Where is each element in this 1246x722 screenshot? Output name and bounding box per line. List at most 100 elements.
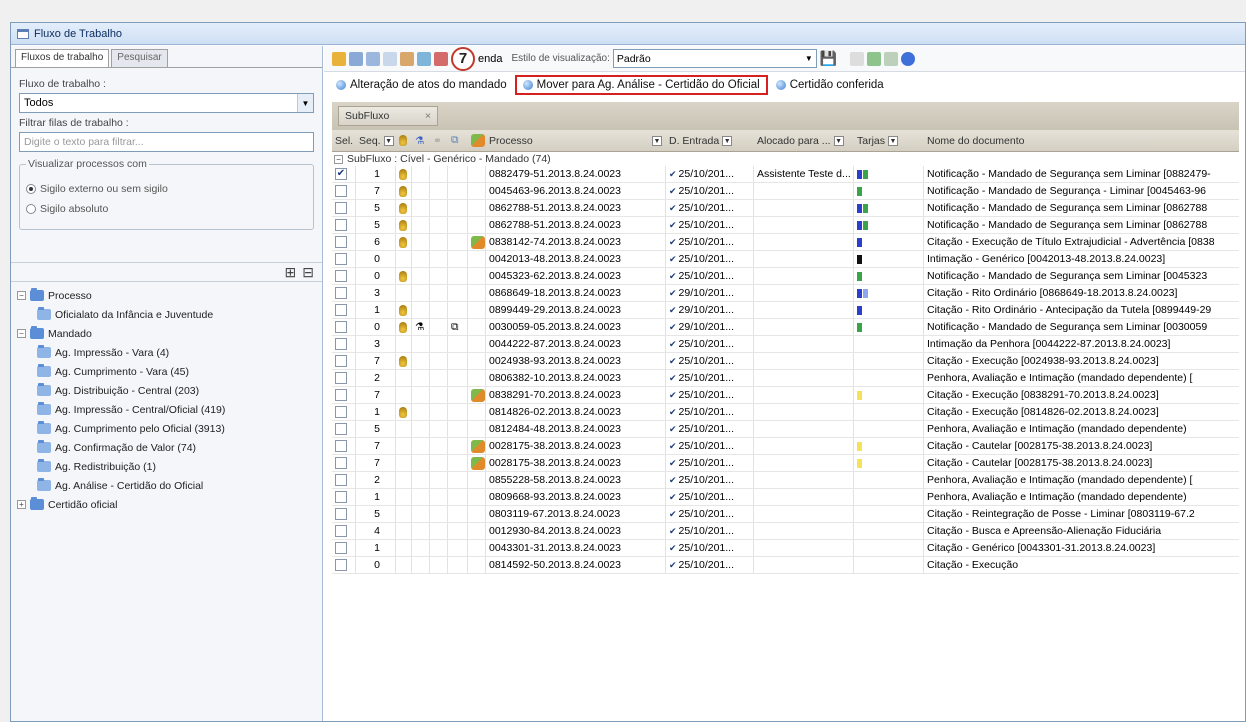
row-checkbox[interactable]	[335, 508, 347, 520]
table-row[interactable]: 2 0855228-58.2013.8.24.0023 ✔ 25/10/201... P…	[332, 472, 1239, 489]
row-checkbox[interactable]	[335, 185, 347, 197]
table-row[interactable]: 0 0814592-50.2013.8.24.0023 ✔ 25/10/201... C…	[332, 557, 1239, 574]
chevron-down-icon[interactable]: ▼	[802, 54, 816, 63]
tree-node[interactable]: Ag. Análise - Certidão do Oficial	[17, 476, 316, 495]
table-row[interactable]: 7 0024938-93.2013.8.24.0023 ✔ 25/10/201... C…	[332, 353, 1239, 370]
table-row[interactable]: 3 0868649-18.2013.8.24.0023 ✔ 29/10/201... C…	[332, 285, 1239, 302]
notes-icon[interactable]	[417, 51, 431, 66]
copy-icon[interactable]	[366, 51, 380, 66]
tab-fluxos[interactable]: Fluxos de trabalho	[15, 49, 110, 67]
table-row[interactable]: 0 0045323-62.2013.8.24.0023 ✔ 25/10/201... N…	[332, 268, 1239, 285]
row-checkbox[interactable]	[335, 219, 347, 231]
group-row[interactable]: − SubFluxo : Cível - Genérico - Mandado …	[332, 152, 1239, 166]
row-checkbox[interactable]	[335, 542, 347, 554]
col-pair[interactable]: ⧉	[448, 130, 468, 151]
table-row[interactable]: 7 0838291-70.2013.8.24.0023 ✔ 25/10/201... C…	[332, 387, 1239, 404]
chevron-down-icon[interactable]: ▼	[297, 94, 313, 112]
tab-pesquisar[interactable]: Pesquisar	[111, 49, 168, 67]
table-row[interactable]: 1 0899449-29.2013.8.24.0023 ✔ 29/10/201... C…	[332, 302, 1239, 319]
row-checkbox[interactable]	[335, 253, 347, 265]
table-row[interactable]: 1 0814826-02.2013.8.24.0023 ✔ 25/10/201... C…	[332, 404, 1239, 421]
filter-input[interactable]: Digite o texto para filtrar...	[19, 132, 314, 152]
row-checkbox[interactable]	[335, 270, 347, 282]
edit-icon[interactable]	[850, 51, 865, 66]
action-button[interactable]: Mover para Ag. Análise - Certidão do Ofi…	[514, 75, 768, 95]
row-checkbox[interactable]	[335, 355, 347, 367]
table-row[interactable]: 2 0806382-10.2013.8.24.0023 ✔ 25/10/201... P…	[332, 370, 1239, 387]
row-checkbox[interactable]	[335, 423, 347, 435]
row-checkbox[interactable]	[335, 338, 347, 350]
chevron-down-icon[interactable]: ▼	[833, 135, 844, 146]
table-row[interactable]: 5 0812484-48.2013.8.24.0023 ✔ 25/10/201... P…	[332, 421, 1239, 438]
chevron-down-icon[interactable]: ▼	[383, 135, 394, 146]
sign-icon[interactable]	[434, 51, 448, 66]
row-checkbox[interactable]	[335, 491, 347, 503]
collapse-icon[interactable]: −	[334, 154, 343, 164]
row-checkbox[interactable]	[335, 304, 347, 316]
col-documento[interactable]: Nome do documento	[924, 130, 1239, 151]
globe-icon[interactable]	[901, 51, 916, 66]
open-folder-icon[interactable]	[332, 51, 346, 66]
estilo-select[interactable]: Padrão ▼	[612, 49, 817, 68]
col-processo[interactable]: Processo ▼	[486, 130, 666, 151]
action-button[interactable]: Alteração de atos do mandado	[332, 77, 511, 93]
tree-node[interactable]: Ag. Redistribuição (1)	[17, 457, 316, 476]
col-entrada[interactable]: D. Entrada ▼	[666, 130, 754, 151]
row-checkbox[interactable]	[335, 457, 347, 469]
table-row[interactable]: ✔ 1 0882479-51.2013.8.24.0023 ✔ 25/10/201...…	[332, 166, 1239, 183]
col-alocado[interactable]: Alocado para ... ▼	[754, 130, 854, 151]
col-big[interactable]	[468, 130, 486, 151]
save-icon[interactable]: 💾	[820, 50, 837, 67]
tree-node[interactable]: Ag. Confirmação de Valor (74)	[17, 438, 316, 457]
collapse-icon[interactable]: −	[17, 291, 26, 300]
tree-node[interactable]: Ag. Distribuição - Central (203)	[17, 381, 316, 400]
radio-on-icon[interactable]	[26, 184, 36, 194]
tree-node[interactable]: + Certidão oficial	[17, 495, 316, 514]
subfluxo-group-chip[interactable]: SubFluxo ×	[338, 106, 438, 126]
refresh-icon[interactable]	[349, 51, 363, 66]
table-row[interactable]: 7 0028175-38.2013.8.24.0023 ✔ 25/10/201... C…	[332, 455, 1239, 472]
col-link[interactable]: ⚭	[430, 130, 448, 151]
table-row[interactable]: 7 0045463-96.2013.8.24.0023 ✔ 25/10/201... N…	[332, 183, 1239, 200]
table-row[interactable]: 0 ⚗ ⧉ 0030059-05.2013.8.24.0023 ✔ 29/10/201..…	[332, 319, 1239, 336]
table-row[interactable]: 5 0862788-51.2013.8.24.0023 ✔ 25/10/201... N…	[332, 217, 1239, 234]
table-row[interactable]: 3 0044222-87.2013.8.24.0023 ✔ 25/10/201... I…	[332, 336, 1239, 353]
expand-tree-icon[interactable]: ⊞	[285, 264, 297, 281]
table-row[interactable]: 4 0012930-84.2013.8.24.0023 ✔ 25/10/201... C…	[332, 523, 1239, 540]
tree-node[interactable]: Ag. Cumprimento - Vara (45)	[17, 362, 316, 381]
row-checkbox[interactable]	[335, 236, 347, 248]
col-seq[interactable]: Seq. ▼	[356, 130, 396, 151]
table-row[interactable]: 6 0838142-74.2013.8.24.0023 ✔ 25/10/201... C…	[332, 234, 1239, 251]
document-icon[interactable]	[400, 51, 414, 66]
report-icon[interactable]	[884, 51, 899, 66]
row-checkbox[interactable]	[335, 406, 347, 418]
fluxo-select[interactable]: Todos ▼	[19, 93, 314, 113]
paste-icon[interactable]	[383, 51, 397, 66]
close-icon[interactable]: ×	[425, 110, 431, 122]
row-checkbox[interactable]	[335, 389, 347, 401]
tree-node[interactable]: − Mandado	[17, 324, 316, 343]
expand-icon[interactable]: +	[17, 500, 26, 509]
row-checkbox[interactable]	[335, 440, 347, 452]
tree-node[interactable]: Ag. Impressão - Central/Oficial (419)	[17, 400, 316, 419]
row-checkbox[interactable]	[335, 321, 347, 333]
radio-sigilo-absoluto[interactable]: Sigilo absoluto	[26, 203, 307, 215]
table-row[interactable]: 5 0803119-67.2013.8.24.0023 ✔ 25/10/201... C…	[332, 506, 1239, 523]
table-row[interactable]: 1 0809668-93.2013.8.24.0023 ✔ 25/10/201... P…	[332, 489, 1239, 506]
row-checkbox[interactable]	[335, 525, 347, 537]
row-checkbox[interactable]: ✔	[335, 168, 347, 180]
tree-node[interactable]: Oficialato da Infância e Juventude	[17, 305, 316, 324]
table-row[interactable]: 1 0043301-31.2013.8.24.0023 ✔ 25/10/201... C…	[332, 540, 1239, 557]
table-row[interactable]: 0 0042013-48.2013.8.24.0023 ✔ 25/10/201... I…	[332, 251, 1239, 268]
row-checkbox[interactable]	[335, 474, 347, 486]
export-icon[interactable]	[867, 51, 882, 66]
radio-sigilo-externo[interactable]: Sigilo externo ou sem sigilo	[26, 183, 307, 195]
col-bug[interactable]	[396, 130, 412, 151]
tree-node[interactable]: Ag. Impressão - Vara (4)	[17, 343, 316, 362]
col-tarjas[interactable]: Tarjas ▼	[854, 130, 924, 151]
table-row[interactable]: 5 0862788-51.2013.8.24.0023 ✔ 25/10/201... N…	[332, 200, 1239, 217]
row-checkbox[interactable]	[335, 559, 347, 571]
action-button[interactable]: Certidão conferida	[772, 77, 888, 93]
radio-off-icon[interactable]	[26, 204, 36, 214]
tree-node[interactable]: − Processo	[17, 286, 316, 305]
